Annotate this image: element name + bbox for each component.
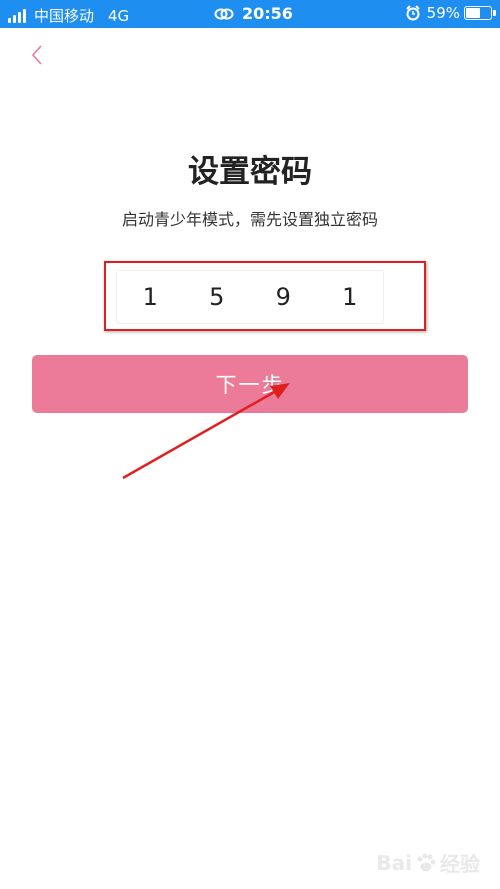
code-digit-2: 5 — [209, 283, 225, 311]
paw-icon — [417, 853, 436, 871]
signal-icon — [8, 8, 28, 23]
chevron-left-icon — [31, 45, 42, 65]
clock-time: 20:56 — [242, 4, 293, 23]
carrier-name: 中国移动 — [34, 7, 95, 25]
battery-fill — [466, 8, 480, 18]
status-center: 20:56 — [214, 4, 293, 23]
code-digit-4: 1 — [342, 283, 358, 311]
password-input[interactable]: 1 5 9 1 — [116, 270, 384, 324]
battery-icon — [464, 6, 496, 20]
status-left: 中国移动 4G — [8, 5, 129, 26]
status-right: 59% — [405, 4, 496, 22]
watermark-suffix: 经验 — [440, 852, 480, 876]
annotation-arrow-icon — [122, 383, 290, 480]
page-title: 设置密码 — [188, 154, 312, 190]
code-digit-3: 9 — [275, 283, 291, 311]
link-icon — [214, 8, 234, 19]
alarm-icon — [405, 5, 420, 21]
network-type: 4G — [108, 6, 130, 25]
status-bar: 中国移动 4G 20:56 59% — [0, 0, 500, 28]
next-step-label: 下一步 — [215, 373, 285, 397]
battery-percent: 59% — [426, 4, 460, 22]
next-step-button[interactable]: 下一步 — [32, 355, 468, 413]
watermark-prefix: Bai — [376, 850, 412, 875]
back-button[interactable] — [26, 40, 50, 70]
baidu-watermark: Bai 经验 — [376, 848, 480, 877]
page-subtitle: 启动青少年模式，需先设置独立密码 — [121, 210, 378, 229]
code-digit-1: 1 — [142, 283, 158, 311]
